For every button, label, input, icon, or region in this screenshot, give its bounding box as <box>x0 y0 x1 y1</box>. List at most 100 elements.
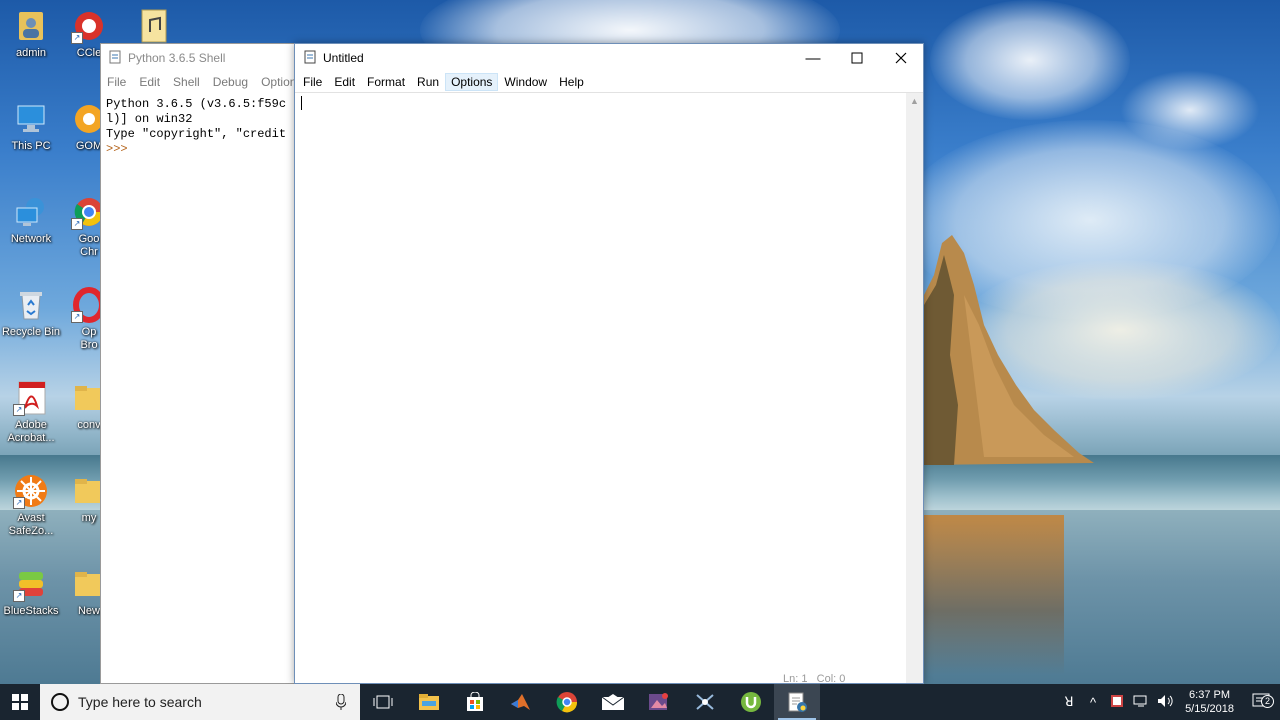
desktop-icon-label: New <box>77 605 100 617</box>
taskbar-task-view[interactable] <box>360 684 406 720</box>
utorrent-icon <box>741 692 761 712</box>
desktop-icon-bluestacks[interactable]: ↗ BlueStacks <box>0 566 62 618</box>
desktop-icon-avast[interactable]: ↗ Avast SafeZo... <box>0 473 62 538</box>
editor-menu-options[interactable]: Options <box>445 73 499 91</box>
bluestacks-icon: ↗ <box>13 566 49 602</box>
minimize-button[interactable]: — <box>791 44 835 72</box>
editor-window-title: Untitled <box>323 51 364 65</box>
adobe-acrobat-icon: ↗ <box>13 380 49 416</box>
taskbar-utorrent[interactable] <box>728 684 774 720</box>
desktop-icon-this-pc[interactable]: This PC <box>0 101 62 153</box>
volume-icon[interactable] <box>1153 694 1177 711</box>
clock-time: 6:37 PM <box>1189 689 1231 701</box>
user-folder-icon <box>13 8 49 44</box>
system-tray: ꓤ ^ 6:37 PM 5/15/2018 2 <box>1057 684 1280 720</box>
shell-output[interactable]: Python 3.6.5 (v3.6.5:f59c l)] on win32 Typ… <box>101 92 299 157</box>
editor-titlebar[interactable]: Untitled — <box>295 44 923 72</box>
python-idle-icon <box>108 50 122 67</box>
file-explorer-icon <box>419 694 439 710</box>
editor-menubar: File Edit Format Run Options Window Help <box>295 72 923 93</box>
editor-window[interactable]: Untitled — File Edit Format Run Options … <box>294 43 924 685</box>
clock-date: 5/15/2018 <box>1185 703 1234 715</box>
people-icon[interactable]: ꓤ <box>1057 694 1081 710</box>
desktop-icon-adobe-acrobat[interactable]: ↗ Adobe Acrobat... <box>0 380 62 445</box>
desktop-icon-admin[interactable]: admin <box>0 8 62 60</box>
taskbar-python-idle[interactable] <box>774 684 820 720</box>
taskbar-file-explorer[interactable] <box>406 684 452 720</box>
desktop-icon-label: Recycle Bin <box>1 326 61 338</box>
shell-menu-edit[interactable]: Edit <box>139 75 160 89</box>
desktop-icon-label: Op Bro <box>80 326 98 351</box>
editor-menu-help[interactable]: Help <box>553 73 590 91</box>
taskbar: Type here to search ꓤ ^ 6:37 PM 5/15/201… <box>0 684 1280 720</box>
editor-menu-run[interactable]: Run <box>411 73 445 91</box>
task-view-icon <box>373 695 393 709</box>
shell-output-line: Python 3.6.5 (v3.6.5:f59c <box>106 97 287 111</box>
taskbar-mail[interactable] <box>590 684 636 720</box>
desktop-icon-label: Network <box>10 233 52 245</box>
desktop-icon-label: Avast SafeZo... <box>8 512 54 537</box>
shell-window-title: Python 3.6.5 Shell <box>128 51 226 65</box>
avast-icon: ↗ <box>13 473 49 509</box>
close-button[interactable] <box>879 44 923 72</box>
desktop-icon-label: This PC <box>11 140 51 152</box>
taskbar-matlab[interactable] <box>498 684 544 720</box>
photo-app-icon <box>649 693 668 710</box>
maximize-icon <box>851 52 863 64</box>
desktop-icon-label: BlueStacks <box>3 605 59 617</box>
shell-prompt: >>> <box>106 142 128 156</box>
action-center-button[interactable]: 2 <box>1242 693 1280 712</box>
ccleaner-icon: ↗ <box>71 8 107 44</box>
close-icon <box>895 52 907 64</box>
store-icon <box>467 692 483 711</box>
show-hidden-icons-icon[interactable]: ^ <box>1081 695 1105 710</box>
python-shell-window[interactable]: Python 3.6.5 Shell File Edit Shell Debug… <box>100 43 302 684</box>
editor-menu-edit[interactable]: Edit <box>328 73 361 91</box>
desktop-icon-label: Goo Chr <box>78 233 100 258</box>
matlab-icon <box>511 694 530 710</box>
notification-count-badge: 2 <box>1261 694 1274 708</box>
search-placeholder: Type here to search <box>78 694 202 710</box>
desktop-icon-audio-file[interactable] <box>134 8 174 47</box>
desktop-icon-network[interactable]: Network <box>0 194 62 246</box>
start-button[interactable] <box>0 684 40 720</box>
taskbar-chrome[interactable] <box>544 684 590 720</box>
snipping-icon <box>696 694 714 710</box>
editor-text-area[interactable] <box>295 93 907 683</box>
desktop-icon-recycle-bin[interactable]: Recycle Bin <box>0 287 62 339</box>
microphone-icon[interactable] <box>336 694 346 710</box>
python-idle-icon <box>788 692 807 712</box>
taskbar-snipping[interactable] <box>682 684 728 720</box>
desktop-icon-label: admin <box>16 47 46 59</box>
scroll-up-icon[interactable]: ▲ <box>906 93 923 110</box>
editor-menu-format[interactable]: Format <box>361 73 411 91</box>
audio-file-icon <box>136 8 172 44</box>
taskbar-search-box[interactable]: Type here to search <box>40 684 360 720</box>
mail-icon <box>601 694 625 710</box>
taskbar-clock[interactable]: 6:37 PM 5/15/2018 <box>1177 688 1242 716</box>
this-pc-icon <box>13 101 49 137</box>
editor-menu-file[interactable]: File <box>297 73 328 91</box>
shell-menu-shell[interactable]: Shell <box>173 75 200 89</box>
editor-menu-window[interactable]: Window <box>498 73 553 91</box>
chrome-icon <box>556 692 578 713</box>
text-caret <box>301 96 302 110</box>
shell-output-line: l)] on win32 <box>106 112 193 126</box>
shell-menubar: File Edit Shell Debug Options <box>101 72 302 92</box>
recycle-bin-icon <box>13 287 49 323</box>
network-icon <box>13 194 49 230</box>
shell-menu-file[interactable]: File <box>107 75 126 89</box>
desktop-icon-label: my <box>81 512 97 524</box>
minimize-icon: — <box>805 49 821 67</box>
network-status-icon[interactable] <box>1129 694 1153 711</box>
taskbar-store[interactable] <box>452 684 498 720</box>
windows-logo-icon <box>12 694 28 710</box>
shell-menu-debug[interactable]: Debug <box>213 75 248 89</box>
taskbar-photo-app[interactable] <box>636 684 682 720</box>
wallpaper-cloud <box>1120 70 1260 150</box>
maximize-button[interactable] <box>835 44 879 72</box>
wallpaper-cloud <box>930 0 1130 120</box>
editor-scrollbar[interactable]: ▲ <box>906 93 923 683</box>
tray-app-icon[interactable] <box>1105 694 1129 711</box>
shell-titlebar[interactable]: Python 3.6.5 Shell <box>101 44 299 72</box>
